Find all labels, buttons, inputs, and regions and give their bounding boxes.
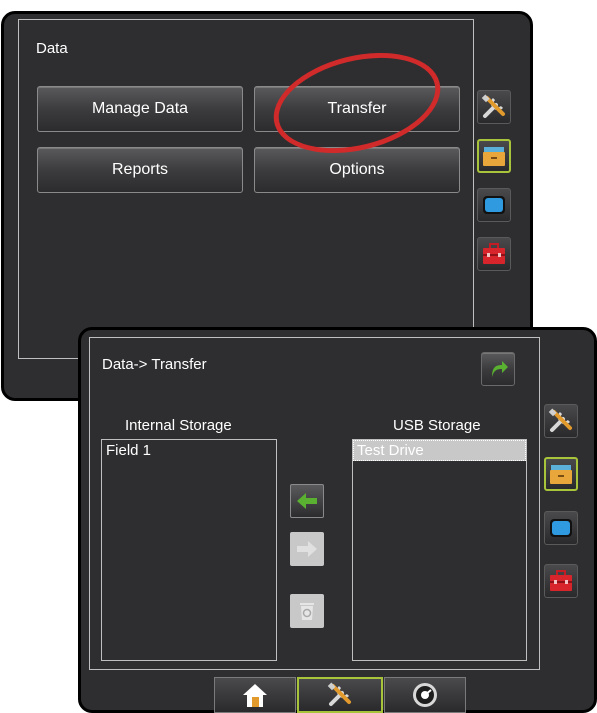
side-nav-monitor[interactable]: [544, 511, 578, 545]
manage-data-button[interactable]: Manage Data: [37, 86, 243, 132]
toolbox-icon: [550, 570, 572, 591]
side-nav-data[interactable]: [477, 139, 511, 173]
side-nav-monitor[interactable]: [477, 188, 511, 222]
delete-button[interactable]: [290, 594, 324, 628]
data-drawer-icon: [550, 465, 572, 484]
options-button[interactable]: Options: [254, 147, 460, 193]
bottom-nav-tools[interactable]: [297, 677, 383, 713]
side-nav-data[interactable]: [544, 457, 578, 491]
side-nav-toolbox[interactable]: [477, 237, 511, 271]
recycle-bin-icon: [300, 603, 314, 620]
reports-button[interactable]: Reports: [37, 147, 243, 193]
usb-storage-label: USB Storage: [393, 417, 481, 434]
copy-to-internal-button[interactable]: [290, 484, 324, 518]
right-arrow-icon: [297, 541, 317, 557]
gauge-icon: [413, 683, 437, 707]
left-arrow-icon: [297, 493, 317, 509]
monitor-icon: [483, 196, 505, 214]
side-nav-tools[interactable]: [544, 404, 578, 438]
tools-icon: [548, 408, 572, 432]
back-button[interactable]: [481, 352, 515, 386]
internal-storage-list[interactable]: Field 1: [101, 439, 277, 661]
list-item[interactable]: Field 1: [102, 440, 276, 461]
front-console: Data-> Transfer Internal Storage USB Sto…: [78, 327, 597, 713]
bottom-nav-home[interactable]: [214, 677, 296, 713]
page-title: Data-> Transfer: [102, 356, 207, 373]
bottom-nav-gauge[interactable]: [384, 677, 466, 713]
monitor-icon: [550, 519, 572, 537]
data-drawer-icon: [483, 147, 505, 166]
internal-storage-label: Internal Storage: [125, 417, 232, 434]
list-item[interactable]: Test Drive: [353, 440, 526, 461]
transfer-panel: Data-> Transfer Internal Storage USB Sto…: [89, 337, 540, 670]
usb-storage-list[interactable]: Test Drive: [352, 439, 527, 661]
tools-icon: [481, 94, 505, 118]
home-icon: [243, 684, 267, 707]
copy-to-usb-button[interactable]: [290, 532, 324, 566]
page-title: Data: [36, 40, 68, 57]
toolbox-icon: [483, 243, 505, 264]
side-nav-tools[interactable]: [477, 90, 511, 124]
side-nav-toolbox[interactable]: [544, 564, 578, 598]
tools-icon: [327, 682, 351, 706]
return-arrow-icon: [492, 361, 508, 377]
